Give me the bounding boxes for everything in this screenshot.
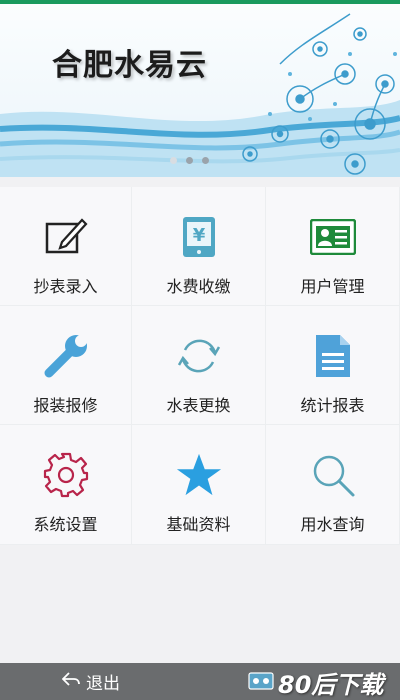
edit-icon <box>42 213 90 261</box>
menu-item-label: 抄表录入 <box>33 277 98 296</box>
menu-item-label: 用户管理 <box>300 277 365 296</box>
gear-icon <box>42 451 90 499</box>
menu-item-payment[interactable]: ¥ 水费收缴 <box>132 187 266 306</box>
banner-carousel[interactable]: 合肥水易云 <box>0 4 400 177</box>
menu-item-water-query[interactable]: 用水查询 <box>266 425 400 545</box>
menu-item-install-repair[interactable]: 报装报修 <box>0 306 132 425</box>
menu-item-meter-replace[interactable]: 水表更换 <box>132 306 266 425</box>
back-arrow-icon <box>61 671 80 692</box>
cassette-icon <box>248 671 274 695</box>
refresh-icon <box>175 332 223 380</box>
search-icon <box>309 451 357 499</box>
banner-art <box>0 13 400 177</box>
menu-item-basic-data[interactable]: 基础资料 <box>132 425 266 545</box>
carousel-indicator <box>170 157 209 164</box>
feature-grid: 抄表录入 ¥ 水费收缴 用户管理 报装报修 水表更换 统计报表 系统设置 基础资… <box>0 187 400 545</box>
menu-item-label: 水表更换 <box>166 396 231 415</box>
carousel-dot[interactable] <box>202 157 209 164</box>
menu-item-label: 系统设置 <box>33 515 98 534</box>
menu-item-label: 基础资料 <box>166 515 231 534</box>
menu-item-settings[interactable]: 系统设置 <box>0 425 132 545</box>
exit-label: 退出 <box>86 674 120 694</box>
carousel-dot[interactable] <box>170 157 177 164</box>
banner-title: 合肥水易云 <box>52 48 207 83</box>
menu-item-meter-reading[interactable]: 抄表录入 <box>0 187 132 306</box>
menu-item-label: 统计报表 <box>300 396 365 415</box>
menu-item-statistics[interactable]: 统计报表 <box>266 306 400 425</box>
carousel-dot[interactable] <box>186 157 193 164</box>
watermark-text: 80后下载 <box>278 671 384 699</box>
watermark: 80后下载 <box>248 665 383 700</box>
wrench-icon <box>42 332 90 380</box>
document-icon <box>309 332 357 380</box>
menu-item-label: 报装报修 <box>33 396 98 415</box>
user-card-icon <box>309 213 357 261</box>
menu-item-label: 水费收缴 <box>166 277 231 296</box>
svg-text:¥: ¥ <box>192 225 205 246</box>
exit-button[interactable]: 退出 <box>61 669 120 694</box>
menu-item-label: 用水查询 <box>300 515 365 534</box>
bottom-bar: 退出 80后下载 <box>0 663 400 700</box>
yuan-payment-icon: ¥ <box>175 213 223 261</box>
menu-item-user-management[interactable]: 用户管理 <box>266 187 400 306</box>
star-icon <box>175 451 223 499</box>
